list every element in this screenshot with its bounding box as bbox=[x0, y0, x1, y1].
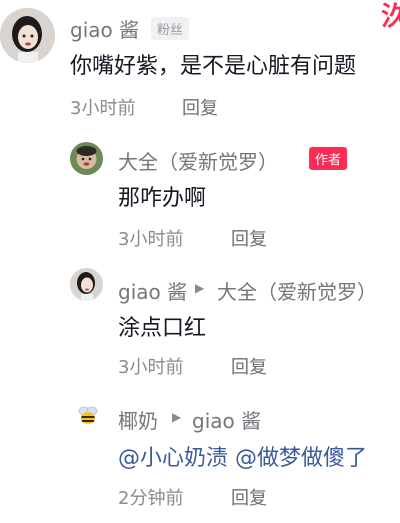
reply-arrow-icon: ▶ bbox=[195, 281, 205, 295]
comment-author[interactable]: giao 酱 bbox=[70, 14, 139, 43]
fan-badge: 粉丝 bbox=[151, 17, 190, 40]
avatar-giao-small[interactable] bbox=[70, 268, 103, 301]
reply-button[interactable]: 回复 bbox=[182, 94, 218, 120]
avatar-giao-image bbox=[0, 8, 55, 63]
avatar-daquan-image bbox=[70, 142, 103, 175]
reply-author[interactable]: 大全（爱新觉罗） bbox=[118, 146, 278, 175]
watermark-mark: 汣 bbox=[381, 2, 400, 32]
avatar-giao[interactable] bbox=[0, 8, 55, 63]
bee-icon bbox=[78, 406, 98, 424]
reply-button[interactable]: 回复 bbox=[231, 353, 267, 379]
avatar-daquan[interactable] bbox=[70, 142, 103, 175]
mention-link[interactable]: @小心奶渍 bbox=[118, 446, 228, 471]
reply-arrow-icon: ▶ bbox=[172, 410, 182, 424]
avatar-yenai[interactable] bbox=[76, 403, 100, 427]
reply-button[interactable]: 回复 bbox=[231, 484, 267, 510]
reply-text: 涂点口红 bbox=[118, 316, 207, 341]
reply-time: 3小时前 bbox=[118, 229, 184, 250]
reply-target[interactable]: giao 酱 bbox=[192, 405, 261, 434]
reply-target[interactable]: 大全（爱新觉罗） bbox=[217, 276, 377, 305]
reply-time: 3小时前 bbox=[118, 357, 184, 378]
reply-author[interactable]: 椰奶 bbox=[118, 405, 158, 434]
comment-time: 3小时前 bbox=[70, 98, 136, 119]
comment-text: 你嘴好紫，是不是心脏有问题 bbox=[70, 54, 357, 79]
reply-author[interactable]: giao 酱 bbox=[118, 276, 187, 305]
avatar-giao-small-image bbox=[70, 268, 103, 301]
reply-button[interactable]: 回复 bbox=[231, 225, 267, 251]
reply-text: @小心奶渍 @做梦做傻了 bbox=[118, 440, 367, 472]
reply-time: 2分钟前 bbox=[118, 488, 184, 509]
author-badge: 作者 bbox=[309, 147, 348, 170]
mention-link[interactable]: @做梦做傻了 bbox=[235, 446, 367, 471]
reply-text: 那咋办啊 bbox=[118, 186, 207, 211]
